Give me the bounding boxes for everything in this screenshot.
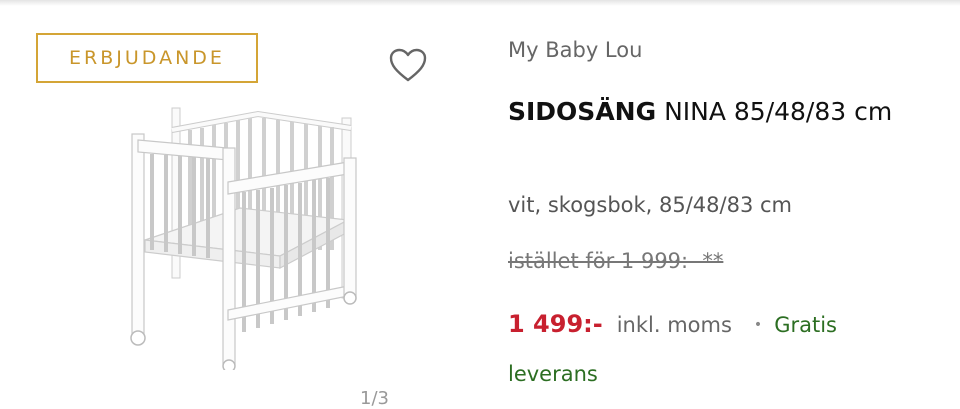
product-image[interactable] bbox=[120, 100, 370, 370]
shipping-note: Gratis bbox=[774, 313, 837, 337]
offer-badge: ERBJUDANDE bbox=[36, 33, 258, 83]
product-brand[interactable]: My Baby Lou bbox=[508, 38, 642, 62]
separator-dot: • bbox=[753, 317, 763, 333]
original-price: istället för 1 999:- ** bbox=[508, 249, 724, 273]
product-title-rest: NINA 85/48/83 cm bbox=[664, 97, 893, 126]
product-title: SIDOSÄNG NINA 85/48/83 cm bbox=[508, 86, 928, 138]
header-shadow bbox=[0, 0, 960, 6]
product-variant: vit, skogsbok, 85/48/83 cm bbox=[508, 193, 793, 217]
shipping-note-line2: leverans bbox=[508, 362, 598, 386]
price-row: 1 499:- inkl. moms • Gratis bbox=[508, 308, 928, 344]
heart-outline-icon[interactable] bbox=[388, 47, 428, 83]
product-title-bold: SIDOSÄNG bbox=[508, 97, 657, 126]
sale-price: 1 499:- bbox=[508, 310, 603, 338]
vat-note: inkl. moms bbox=[616, 313, 732, 337]
image-pager: 1/3 bbox=[360, 388, 389, 409]
